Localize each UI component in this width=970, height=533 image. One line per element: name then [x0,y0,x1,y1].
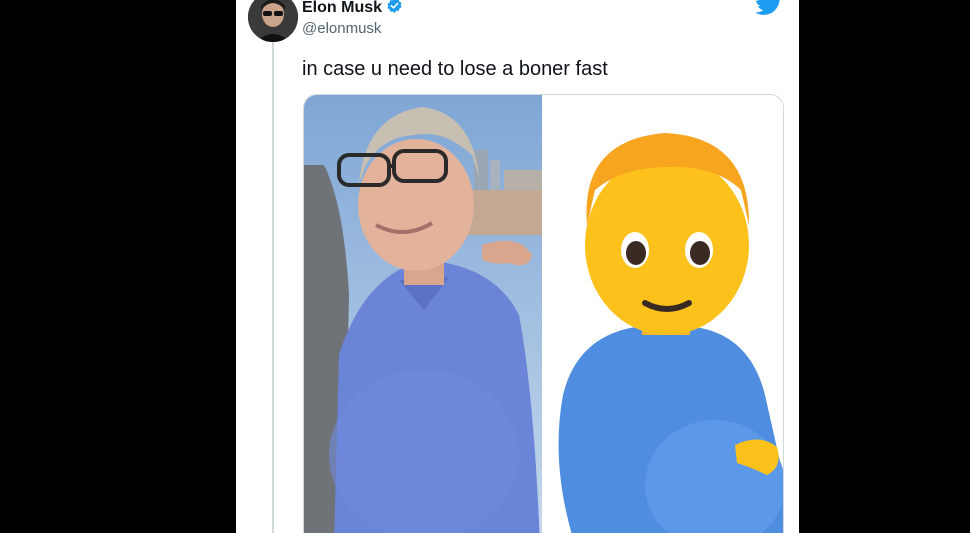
media-emoji-right[interactable] [545,95,783,533]
author-handle[interactable]: @elonmusk [302,20,381,37]
avatar[interactable] [248,0,298,42]
tweet-text: in case u need to lose a boner fast [302,58,608,80]
verified-badge-icon [386,0,403,19]
thread-line [272,42,274,533]
author-name-text[interactable]: Elon Musk [302,0,382,16]
media-photo-left[interactable] [304,95,542,533]
author-name[interactable]: Elon Musk [302,0,403,19]
tweet-card: Elon Musk @elonmusk in case u need to lo… [236,0,799,533]
twitter-bird-icon[interactable] [754,0,783,16]
tweet-media[interactable] [303,94,784,533]
